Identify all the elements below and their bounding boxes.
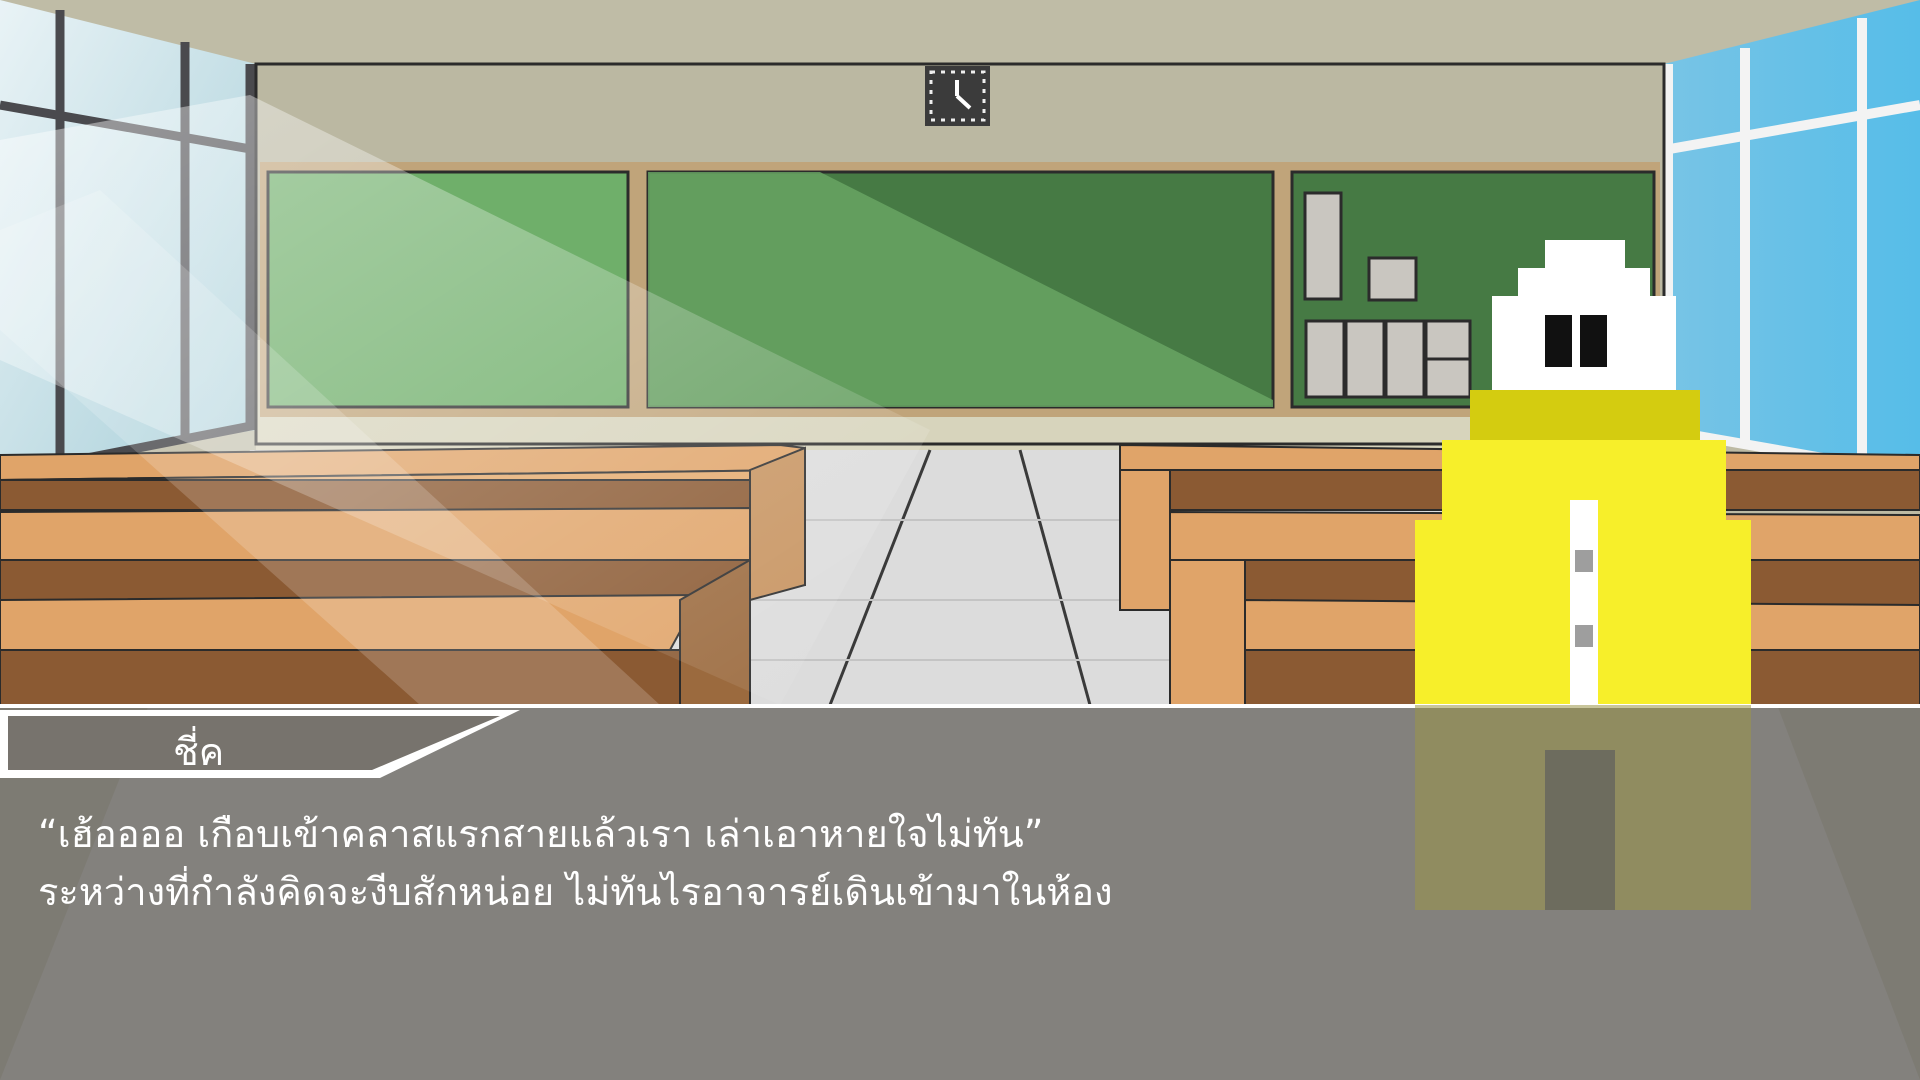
speaker-tab: ชี่ค	[8, 713, 520, 778]
right-window	[1664, 0, 1920, 470]
dialogue-box[interactable]: ชี่ค “เฮ้ออออ เกือบเข้าคลาสแรกสายแล้วเรา…	[0, 705, 1920, 1080]
dialogue-text: “เฮ้ออออ เกือบเข้าคลาสแรกสายแล้วเรา เล่า…	[38, 805, 1538, 921]
character-eye-right	[1580, 315, 1607, 367]
dialogue-line-1: “เฮ้ออออ เกือบเข้าคลาสแรกสายแล้วเรา เล่า…	[38, 812, 1044, 856]
ceiling	[0, 0, 1920, 70]
dialogue-line-2: ระหว่างที่กำลังคิดจะงีบสักหน่อย ไม่ทันไร…	[38, 870, 1113, 914]
character-eye-left	[1545, 315, 1572, 367]
speaker-name: ชี่ค	[173, 730, 225, 774]
wall-clock	[925, 66, 990, 126]
